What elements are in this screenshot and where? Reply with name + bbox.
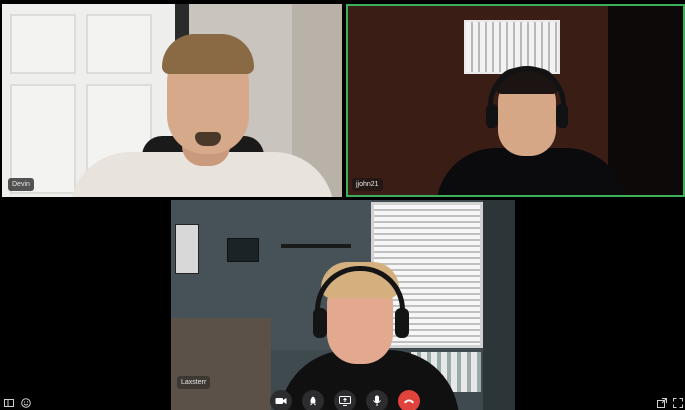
camera-off-icon[interactable]: [270, 390, 292, 410]
microphone-icon[interactable]: [366, 390, 388, 410]
video-feed: [2, 4, 342, 197]
participant-name-badge: Devin: [8, 178, 34, 191]
screen-share-icon[interactable]: [334, 390, 356, 410]
popout-icon[interactable]: [656, 397, 668, 409]
video-tile-devin[interactable]: Devin: [2, 4, 342, 197]
participant-name-badge: Laxsterr: [177, 376, 211, 389]
video-feed: [348, 6, 683, 195]
rocket-icon[interactable]: [302, 390, 324, 410]
video-feed: [171, 200, 515, 410]
emoji-icon[interactable]: [20, 397, 32, 409]
layout-icon[interactable]: [3, 397, 15, 409]
participant-name-badge: jjohn21: [352, 178, 383, 191]
end-call-icon[interactable]: [398, 390, 420, 410]
fullscreen-icon[interactable]: [672, 397, 684, 409]
video-tile-laxsterr[interactable]: Laxsterr: [171, 200, 515, 410]
video-tile-jjohn21[interactable]: jjohn21: [346, 4, 685, 197]
